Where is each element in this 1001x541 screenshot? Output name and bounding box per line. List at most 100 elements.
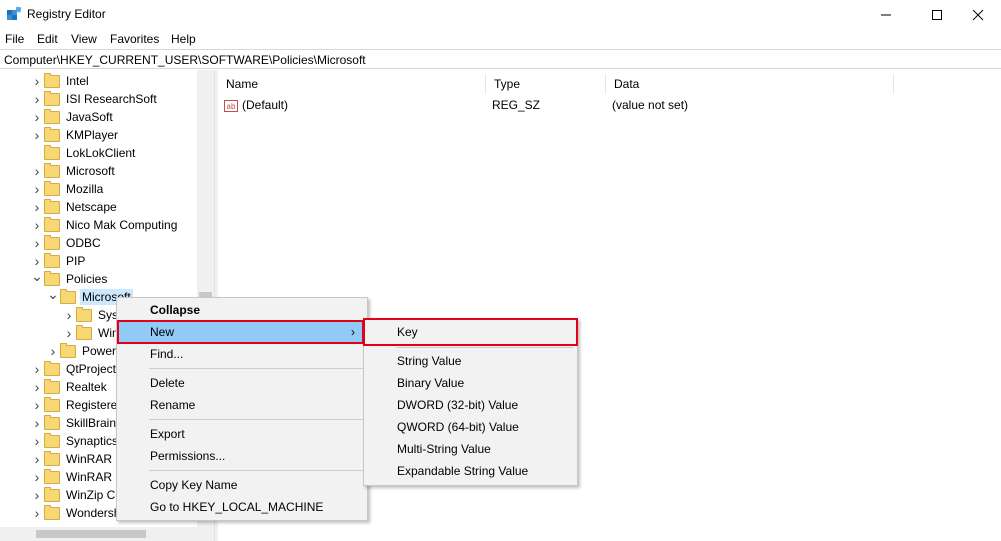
tree-item[interactable]: › ISI ResearchSoft [30,90,159,108]
chevron-right-icon[interactable]: › [62,324,76,342]
chevron-right-icon[interactable]: › [30,108,44,126]
tree-item[interactable]: › WinZip Co [30,486,124,504]
registry-editor-icon [7,6,22,20]
chevron-right-icon[interactable]: › [30,180,44,198]
menu-favorites[interactable]: Favorites [110,32,159,46]
minimize-button[interactable] [863,0,909,29]
menu-edit[interactable]: Edit [37,32,58,46]
menu-separator [149,419,363,420]
tree-item[interactable]: › Mozilla [30,180,105,198]
menu-separator [149,368,363,369]
menu-view[interactable]: View [71,32,97,46]
submenu-item-dword-value[interactable]: DWORD (32-bit) Value [366,394,575,416]
submenu-item-expandable-string-value[interactable]: Expandable String Value [366,460,575,482]
submenu-item-multi-string-value[interactable]: Multi-String Value [366,438,575,460]
submenu-item-binary-value[interactable]: Binary Value [366,372,575,394]
tree-item[interactable]: › Netscape [30,198,119,216]
tree-item-label: ODBC [66,236,101,250]
tree-item[interactable]: › ODBC [30,234,103,252]
tree-item[interactable]: › WinRAR S [30,468,125,486]
column-header-type[interactable]: Type [486,74,606,94]
chevron-right-icon[interactable]: › [30,414,44,432]
column-header-data[interactable]: Data [606,74,894,94]
tree-item[interactable]: › Synaptics [30,432,120,450]
menu-item-collapse[interactable]: Collapse [119,299,365,321]
menu-help[interactable]: Help [171,32,196,46]
folder-icon [44,198,60,214]
tree-item[interactable]: › QtProject [30,360,118,378]
tree-item-label: Mozilla [66,182,104,196]
tree-item-label: Realtek [66,380,107,394]
menu-item-find[interactable]: Find... [119,343,365,365]
title-bar: Registry Editor [0,0,1001,29]
tree-item-label: Synaptics [66,434,119,448]
chevron-right-icon[interactable]: › [62,306,76,324]
chevron-right-icon[interactable]: › [30,126,44,144]
chevron-right-icon[interactable]: › [30,450,44,468]
tree-item[interactable]: › Registered [30,396,126,414]
tree-item[interactable]: › Syst [62,306,123,324]
tree-item[interactable]: › Power [46,342,118,360]
tree-horizontal-scrollbar[interactable] [0,527,214,541]
chevron-right-icon[interactable]: › [30,396,44,414]
chevron-down-icon[interactable]: ⌄ [30,267,44,285]
chevron-right-icon[interactable]: › [30,468,44,486]
chevron-right-icon[interactable]: › [30,432,44,450]
tree-item[interactable]: LokLokClient [30,144,137,162]
menu-file[interactable]: File [5,32,24,46]
close-button[interactable] [955,0,1001,29]
tree-item-label: KMPlayer [66,128,119,142]
column-header-name[interactable]: Name [218,74,486,94]
tree-item-label: Power [82,344,117,358]
tree-item[interactable]: › KMPlayer [30,126,120,144]
menu-item-delete[interactable]: Delete [119,372,365,394]
menu-item-permissions[interactable]: Permissions... [119,445,365,467]
tree-item[interactable]: › Realtek [30,378,109,396]
value-row[interactable]: ab (Default) [224,96,288,114]
submenu-item-string-value[interactable]: String Value [366,350,575,372]
tree-item-label: Policies [66,272,108,286]
tree-item[interactable]: › JavaSoft [30,108,115,126]
chevron-right-icon[interactable]: › [30,198,44,216]
chevron-right-icon[interactable]: › [46,342,60,360]
chevron-right-icon[interactable]: › [30,234,44,252]
chevron-right-icon[interactable]: › [30,486,44,504]
maximize-button[interactable] [914,0,960,29]
value-data: (value not set) [612,98,689,112]
tree-item[interactable]: › WinRAR [30,450,114,468]
folder-icon [44,468,60,484]
menu-item-copy-key-name[interactable]: Copy Key Name [119,474,365,496]
tree-item-label: Microsoft [66,164,115,178]
tree-item[interactable]: › Wondersh [30,504,122,522]
chevron-right-icon[interactable]: › [30,90,44,108]
menu-item-export[interactable]: Export [119,423,365,445]
chevron-right-icon[interactable]: › [30,162,44,180]
tree-item[interactable]: › Win [62,324,121,342]
menu-item-rename[interactable]: Rename [119,394,365,416]
folder-icon [44,378,60,394]
submenu-item-qword-value[interactable]: QWORD (64-bit) Value [366,416,575,438]
folder-icon [44,144,60,160]
folder-icon [44,162,60,178]
tree-item-label: Intel [66,74,89,88]
tree-hscroll-thumb[interactable] [36,530,146,538]
chevron-right-icon[interactable]: › [30,504,44,522]
menu-item-goto-hklm[interactable]: Go to HKEY_LOCAL_MACHINE [119,496,365,518]
tree-item[interactable]: › Nico Mak Computing [30,216,179,234]
tree-item-label: JavaSoft [66,110,113,124]
chevron-right-icon[interactable]: › [30,72,44,90]
chevron-right-icon[interactable]: › [30,216,44,234]
address-bar[interactable]: Computer\HKEY_CURRENT_USER\SOFTWARE\Poli… [0,49,1001,69]
chevron-right-icon[interactable]: › [30,360,44,378]
tree-item-label: ISI ResearchSoft [66,92,157,106]
value-type: REG_SZ [492,98,541,112]
tree-item[interactable]: › Microsoft [30,162,117,180]
folder-icon [60,288,76,304]
chevron-down-icon[interactable]: ⌄ [46,285,60,303]
address-path[interactable]: Computer\HKEY_CURRENT_USER\SOFTWARE\Poli… [4,53,366,67]
tree-item[interactable]: › Intel [30,72,91,90]
chevron-right-icon[interactable]: › [30,378,44,396]
tree-item[interactable]: › SkillBrains [30,414,124,432]
tree-item[interactable]: ⌄ Policies [30,267,109,288]
